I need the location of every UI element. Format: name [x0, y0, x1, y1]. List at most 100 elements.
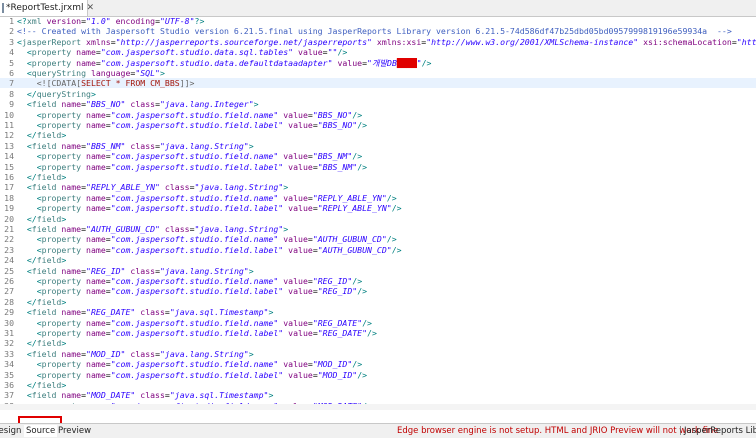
- code-token: />: [357, 161, 368, 172]
- line-number: 15: [4, 161, 14, 172]
- code-line[interactable]: 35 <property name="com.jaspersoft.studio…: [0, 370, 756, 380]
- code-token: name: [86, 369, 106, 380]
- code-line[interactable]: 7 <![CDATA[SELECT * FROM CM_BBS]]>: [0, 78, 756, 89]
- code-line[interactable]: 14 <property name="com.jaspersoft.studio…: [0, 151, 756, 161]
- code-line[interactable]: 34 <property name="com.jaspersoft.studio…: [0, 359, 756, 369]
- code-line[interactable]: 31 <property name="com.jaspersoft.studio…: [0, 328, 756, 338]
- code-line[interactable]: 30 <property name="com.jaspersoft.studio…: [0, 318, 756, 328]
- code-line[interactable]: 22 <property name="com.jaspersoft.studio…: [0, 234, 756, 244]
- source-editor[interactable]: 1 <?xml version="1.0" encoding="UTF-8"?> 2…: [0, 16, 756, 410]
- code-line[interactable]: 11 <property name="com.jaspersoft.studio…: [0, 120, 756, 130]
- line-number: 36: [4, 380, 14, 390]
- code-text: <field name="BBS_NO" class="java.lang.In…: [17, 99, 259, 109]
- code-line[interactable]: 29 <field name="REG_DATE" class="java.sq…: [0, 307, 756, 317]
- code-token: "MOD_ID": [312, 359, 353, 370]
- code-line[interactable]: 21 <field name="AUTH_GUBUN_CD" class="ja…: [0, 224, 756, 234]
- code-line[interactable]: 12 </field>: [0, 130, 756, 140]
- code-token: </: [26, 296, 37, 307]
- code-token: property: [31, 57, 77, 68]
- code-text: </field>: [17, 380, 66, 390]
- code-token: "com.jaspersoft.studio.field.label": [110, 120, 284, 130]
- line-number: 22: [4, 234, 14, 245]
- code-token: </: [26, 213, 37, 224]
- code-token: </: [26, 338, 37, 349]
- code-line[interactable]: 2 <!-- Created with Jaspersoft Studio ver…: [0, 26, 756, 36]
- code-line[interactable]: 6 <queryString language="SQL">: [0, 68, 756, 78]
- code-token: >: [253, 99, 259, 110]
- code-line[interactable]: 3 <jasperReport xmlns="http://jasperrepor…: [0, 37, 756, 47]
- close-icon[interactable]: ✕: [86, 3, 94, 13]
- line-number: 24: [4, 255, 14, 266]
- code-token: "com.jaspersoft.studio.data.defaultdataa…: [100, 57, 333, 68]
- code-token: value: [288, 328, 313, 338]
- code-token: "AUTH_GUBUN_CD": [317, 244, 392, 255]
- code-line[interactable]: 25 <field name="REG_ID" class="java.lang…: [0, 266, 756, 276]
- code-line[interactable]: 13 <field name="BBS_NM" class="java.lang…: [0, 141, 756, 151]
- code-line[interactable]: 5 <property name="com.jaspersoft.studio.…: [0, 57, 756, 68]
- code-line[interactable]: 27 <property name="com.jaspersoft.studio…: [0, 286, 756, 296]
- code-line[interactable]: 23 <property name="com.jaspersoft.studio…: [0, 245, 756, 255]
- code-token: "개발DB: [367, 57, 397, 68]
- code-token: />: [386, 192, 397, 203]
- code-token: >: [61, 213, 67, 224]
- code-token: name: [86, 192, 106, 203]
- code-token: "com.jaspersoft.studio.field.name": [110, 359, 279, 370]
- code-line[interactable]: 32 </field>: [0, 338, 756, 348]
- code-token: jasperReport: [21, 36, 87, 47]
- tab-preview[interactable]: Preview: [56, 425, 93, 437]
- code-token: "UTF-8": [160, 16, 195, 26]
- code-line[interactable]: 26 <property name="com.jaspersoft.studio…: [0, 276, 756, 286]
- code-line[interactable]: 18 <property name="com.jaspersoft.studio…: [0, 193, 756, 203]
- code-line[interactable]: 24 </field>: [0, 255, 756, 265]
- code-token: queryString: [36, 88, 91, 99]
- horizontal-scrollbar[interactable]: [0, 404, 756, 410]
- code-line[interactable]: 1 <?xml version="1.0" encoding="UTF-8"?>: [0, 16, 756, 26]
- code-line[interactable]: 37 <field name="MOD_DATE" class="java.sq…: [0, 390, 756, 400]
- code-token: "java.sql.Timestamp": [169, 390, 269, 401]
- code-line[interactable]: 33 <field name="MOD_ID" class="java.lang…: [0, 349, 756, 359]
- code-line[interactable]: 10 <property name="com.jaspersoft.studio…: [0, 110, 756, 120]
- code-token: />: [357, 369, 368, 380]
- code-token: >: [283, 182, 289, 193]
- code-line[interactable]: 20 </field>: [0, 214, 756, 224]
- tab-source[interactable]: Source: [24, 425, 58, 437]
- code-line[interactable]: 8 </queryString>: [0, 89, 756, 99]
- code-line[interactable]: 28 </field>: [0, 297, 756, 307]
- code-line[interactable]: 36 </field>: [0, 380, 756, 390]
- code-line[interactable]: 17 <field name="REPLY_ABLE_YN" class="ja…: [0, 182, 756, 192]
- code-token: name: [86, 161, 106, 172]
- code-line[interactable]: 9 <field name="BBS_NO" class="java.lang.…: [0, 99, 756, 109]
- code-token: SELECT * FROM CM_BBS: [81, 78, 180, 89]
- code-text: <field name="MOD_DATE" class="java.sql.T…: [17, 390, 274, 401]
- code-token: field: [36, 130, 62, 141]
- code-text: <property name="com.jaspersoft.studio.fi…: [17, 203, 402, 213]
- code-token: field: [31, 265, 62, 276]
- tab-design[interactable]: Design: [0, 425, 23, 437]
- code-line[interactable]: 15 <property name="com.jaspersoft.studio…: [0, 162, 756, 172]
- tab-report-test[interactable]: *ReportTest.jrxml ✕: [0, 0, 94, 16]
- code-token: property: [41, 109, 87, 120]
- code-line[interactable]: 4 <property name="com.jaspersoft.studio.…: [0, 47, 756, 57]
- code-text: <queryString language="SQL">: [17, 68, 165, 78]
- code-token: field: [31, 140, 62, 151]
- code-token: name: [76, 47, 96, 58]
- code-token: <![CDATA[: [36, 78, 82, 89]
- code-token: "com.jaspersoft.studio.field.name": [110, 234, 279, 245]
- code-token: property: [41, 161, 87, 172]
- code-text: <property name="com.jaspersoft.studio.fi…: [17, 151, 362, 161]
- code-line[interactable]: 16 </field>: [0, 172, 756, 182]
- code-token: "MOD_DATE": [86, 390, 136, 401]
- code-token: "BBS_NM": [312, 151, 353, 162]
- code-token: <!-- Created with Jaspersoft Studio vers…: [17, 26, 732, 37]
- code-line[interactable]: 19 <property name="com.jaspersoft.studio…: [0, 203, 756, 213]
- code-token: </: [26, 255, 37, 266]
- line-number: 6: [9, 68, 14, 78]
- editor-tab-bar: *ReportTest.jrxml ✕: [0, 0, 756, 17]
- code-token: "SQL": [135, 68, 160, 78]
- code-text: <property name="com.jaspersoft.studio.fi…: [17, 276, 362, 286]
